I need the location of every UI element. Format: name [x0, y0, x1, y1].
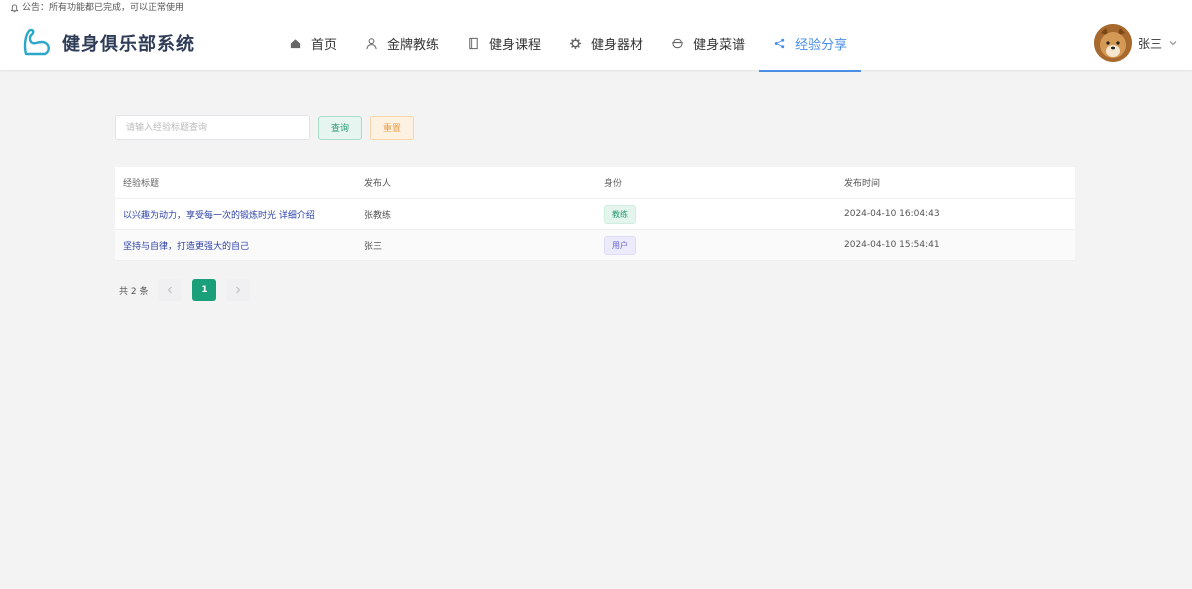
main-content: 查询 重置 经验标题 发布人 身份 发布时间 以兴趣为动力，享受每一次的锻炼时光… [0, 72, 1192, 589]
column-header-title[interactable]: 经验标题 [115, 176, 356, 189]
nav-item-home[interactable]: 首页 [275, 16, 351, 71]
nav-label: 健身菜谱 [693, 38, 746, 53]
total-count: 共 2 条 [119, 286, 149, 297]
author-cell: 张三 [364, 241, 383, 252]
prev-page-button[interactable] [158, 279, 183, 301]
next-page-button[interactable] [226, 279, 251, 301]
top-header: 健身俱乐部系统 首页 金牌教练 健身课程 健身器材 健身菜谱 经验分享 张三 [0, 16, 1192, 72]
search-bar: 查询 重置 [115, 115, 415, 140]
user-menu[interactable]: 张三 [1093, 24, 1178, 62]
app-title: 健身俱乐部系统 [62, 34, 195, 55]
dog-avatar-icon [1093, 24, 1132, 62]
time-cell: 2024-04-10 15:54:41 [844, 240, 940, 250]
experience-table: 经验标题 发布人 身份 发布时间 以兴趣为动力，享受每一次的锻炼时光 详细介绍 … [115, 167, 1075, 261]
chevron-down-icon [1169, 41, 1177, 46]
logo[interactable]: 健身俱乐部系统 [20, 26, 195, 60]
home-icon [290, 39, 301, 49]
reset-button[interactable]: 重置 [370, 115, 415, 140]
column-header-author[interactable]: 发布人 [356, 176, 596, 189]
share-icon [774, 38, 785, 49]
column-header-role[interactable]: 身份 [596, 176, 836, 189]
announcement-bar: 公告：所有功能都已完成，可以正常使用 [0, 0, 1192, 16]
main-nav: 首页 金牌教练 健身课程 健身器材 健身菜谱 经验分享 [275, 16, 862, 72]
chevron-left-icon [168, 286, 173, 294]
nav-item-equipment[interactable]: 健身器材 [555, 16, 657, 71]
flexed-arm-icon [23, 28, 50, 56]
announcement-text: 公告：所有功能都已完成，可以正常使用 [22, 3, 185, 13]
experience-title-link[interactable]: 以兴趣为动力，享受每一次的锻炼时光 详细介绍 [123, 211, 315, 221]
user-icon [366, 38, 377, 50]
bell-icon [10, 3, 19, 12]
nav-label: 健身器材 [591, 38, 644, 53]
nav-item-recipes[interactable]: 健身菜谱 [657, 16, 759, 71]
author-cell: 张教练 [364, 210, 392, 221]
gear-icon [569, 37, 582, 50]
user-name: 张三 [1137, 36, 1162, 51]
query-button[interactable]: 查询 [318, 115, 363, 140]
nav-item-coaches[interactable]: 金牌教练 [351, 16, 453, 71]
experience-title-link[interactable]: 坚持与自律，打造更强大的自己 [123, 242, 249, 252]
time-cell: 2024-04-10 16:04:43 [844, 209, 940, 219]
column-header-time[interactable]: 发布时间 [836, 176, 1075, 189]
nav-item-experience[interactable]: 经验分享 [759, 16, 862, 72]
avatar[interactable] [1093, 24, 1132, 62]
nav-label: 健身课程 [489, 38, 542, 53]
bowl-icon [672, 38, 683, 49]
table-row[interactable]: 以兴趣为动力，享受每一次的锻炼时光 详细介绍 张教练 教练 2024-04-10… [115, 199, 1075, 230]
nav-label: 经验分享 [795, 38, 848, 53]
role-badge: 用户 [604, 235, 636, 255]
pagination: 共 2 条 1 [119, 279, 251, 301]
table-header: 经验标题 发布人 身份 发布时间 [115, 167, 1075, 199]
table-row[interactable]: 坚持与自律，打造更强大的自己 张三 用户 2024-04-10 15:54:41 [115, 230, 1075, 261]
chevron-right-icon [236, 286, 241, 294]
book-icon [469, 37, 478, 50]
nav-item-courses[interactable]: 健身课程 [453, 16, 555, 71]
nav-label: 首页 [311, 38, 338, 53]
search-input[interactable] [115, 115, 310, 140]
role-badge: 教练 [604, 204, 636, 224]
page-number[interactable]: 1 [192, 279, 217, 301]
nav-label: 金牌教练 [387, 38, 440, 53]
